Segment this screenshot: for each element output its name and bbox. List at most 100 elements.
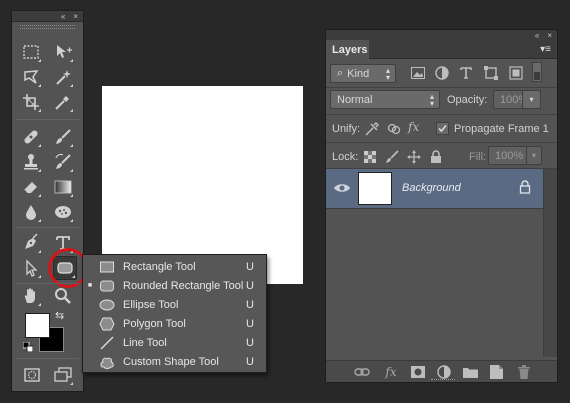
- filter-type-button[interactable]: [458, 65, 474, 81]
- flyout-item-line-tool[interactable]: Line Tool U: [83, 333, 266, 352]
- shortcut-key: U: [246, 355, 254, 368]
- panel-grip[interactable]: [20, 25, 75, 29]
- path-selection-tool[interactable]: [20, 257, 42, 279]
- history-brush-tool[interactable]: [52, 151, 74, 173]
- filter-shape-button[interactable]: [483, 65, 499, 81]
- foreground-color-swatch[interactable]: [25, 313, 50, 338]
- layers-panel: « × Layers ▾≡ ⌕ Kind ▴ ▾ Normal ▴ ▾ Opacit…: [325, 29, 558, 383]
- delete-layer-button[interactable]: [516, 364, 532, 380]
- lock-label: Lock:: [332, 151, 359, 163]
- magic-wand-tool[interactable]: [52, 66, 74, 88]
- brush-tool[interactable]: [52, 126, 74, 148]
- layer-lock-icon[interactable]: [519, 180, 531, 194]
- move-arrows-icon: [407, 150, 421, 164]
- fill-dropdown-button[interactable]: ▾: [526, 146, 542, 165]
- default-colors-icon[interactable]: [23, 342, 33, 352]
- filter-toggle-switch[interactable]: [532, 62, 542, 82]
- search-icon: ⌕: [337, 67, 344, 79]
- screen-mode-button[interactable]: [52, 364, 74, 386]
- eraser-icon: [23, 182, 37, 194]
- visibility-eye-icon[interactable]: [333, 181, 351, 195]
- sponge-tool[interactable]: [52, 201, 74, 223]
- layer-row-background[interactable]: Background: [326, 169, 543, 209]
- new-adjustment-layer-button[interactable]: [436, 364, 452, 380]
- crop-tool[interactable]: [20, 91, 42, 113]
- updown-icon: ▴ ▾: [385, 66, 390, 82]
- tab-layers[interactable]: Layers: [326, 40, 369, 59]
- lock-image-pixels-button[interactable]: [384, 149, 400, 165]
- shortcut-key: U: [246, 298, 254, 311]
- hand-tool[interactable]: [20, 285, 42, 307]
- adjustment-icon: [437, 365, 451, 379]
- flyout-item-ellipse-tool[interactable]: Ellipse Tool U: [83, 295, 266, 314]
- filter-adjustment-button[interactable]: [434, 65, 450, 81]
- stamp-icon: [24, 154, 38, 170]
- brush-icon: [386, 150, 399, 163]
- swap-colors-icon[interactable]: ⇆: [55, 309, 64, 322]
- checkerboard-icon: [364, 151, 376, 163]
- eyedropper-tool[interactable]: [52, 91, 74, 113]
- eraser-tool[interactable]: [20, 176, 42, 198]
- flyout-item-polygon-tool[interactable]: Polygon Tool U: [83, 314, 266, 333]
- bandage-icon: [24, 130, 38, 144]
- flyout-item-label: Rectangle Tool: [123, 260, 196, 273]
- close-panel-button[interactable]: ×: [73, 12, 78, 21]
- filter-pixel-button[interactable]: [410, 65, 426, 81]
- move-tool[interactable]: [52, 41, 74, 63]
- arrow-icon: [26, 259, 38, 277]
- opacity-dropdown-button[interactable]: ▾: [522, 90, 541, 109]
- blend-mode-value: Normal: [337, 93, 373, 106]
- fill-field[interactable]: 100%: [488, 146, 528, 165]
- flyout-item-custom-shape-tool[interactable]: Custom Shape Tool U: [83, 352, 266, 371]
- crop-icon: [23, 94, 39, 110]
- link-layers-button[interactable]: [354, 364, 370, 380]
- lock-transparent-pixels-button[interactable]: [362, 149, 378, 165]
- lock-all-button[interactable]: [428, 149, 444, 165]
- add-layer-mask-button[interactable]: [410, 364, 426, 380]
- sponge-icon: [55, 206, 71, 218]
- unify-label: Unify:: [332, 123, 361, 135]
- new-group-button[interactable]: [462, 364, 478, 380]
- zoom-tool[interactable]: [52, 285, 74, 307]
- propagate-checkbox[interactable]: [436, 122, 449, 135]
- layers-panel-header: « ×: [326, 30, 557, 40]
- lasso-tool[interactable]: [20, 66, 42, 88]
- new-layer-button[interactable]: [488, 364, 504, 380]
- clone-stamp-tool[interactable]: [20, 151, 42, 173]
- unify-position-icon[interactable]: [364, 121, 380, 137]
- unify-style-icon[interactable]: fx: [408, 120, 419, 134]
- collapse-panel-button[interactable]: «: [535, 31, 539, 40]
- layer-name: Background: [402, 182, 461, 194]
- panel-menu-button[interactable]: ▾≡: [540, 44, 551, 55]
- quick-mask-button[interactable]: [21, 364, 43, 386]
- panel-tab-bar: Layers ▾≡: [326, 40, 557, 59]
- toolbox-divider: [16, 283, 79, 284]
- add-layer-style-button[interactable]: fx: [383, 364, 399, 380]
- gradient-tool[interactable]: [52, 176, 74, 198]
- rectangular-marquee-tool[interactable]: [20, 41, 42, 63]
- drop-icon: [26, 205, 36, 220]
- folder-icon: [462, 368, 478, 378]
- hand-icon: [24, 288, 35, 303]
- lock-position-button[interactable]: [406, 149, 422, 165]
- panel-resize-grip[interactable]: [431, 379, 455, 383]
- updown-icon: ▴ ▾: [429, 92, 434, 108]
- healing-brush-tool[interactable]: [20, 126, 42, 148]
- blend-mode-dropdown[interactable]: Normal ▴ ▾: [330, 90, 440, 109]
- shortcut-key: U: [246, 260, 254, 273]
- custom-shape-icon: [100, 357, 114, 369]
- flyout-item-rectangle-tool[interactable]: Rectangle Tool U: [83, 257, 266, 276]
- close-panel-button[interactable]: ×: [547, 31, 552, 40]
- layers-scrollbar[interactable]: [543, 169, 557, 357]
- blur-tool[interactable]: [20, 201, 42, 223]
- filter-kind-dropdown[interactable]: ⌕ Kind ▴ ▾: [330, 64, 396, 83]
- collapse-panel-button[interactable]: «: [61, 12, 65, 21]
- flyout-item-rounded-rectangle-tool[interactable]: ■ Rounded Rectangle Tool U: [83, 276, 266, 295]
- history-brush-icon: [55, 153, 71, 169]
- toolbox-divider: [16, 358, 79, 359]
- pen-icon: [25, 233, 38, 249]
- filter-smart-object-button[interactable]: [508, 65, 524, 81]
- unify-visibility-icon[interactable]: [386, 121, 402, 137]
- pen-tool[interactable]: [20, 232, 42, 254]
- flyout-item-label: Ellipse Tool: [123, 298, 179, 311]
